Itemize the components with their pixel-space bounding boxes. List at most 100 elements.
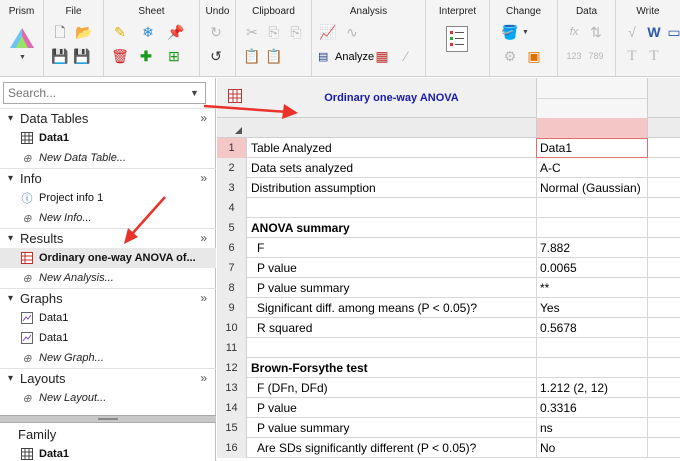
row-label[interactable]: Distribution assumption bbox=[247, 178, 536, 198]
column-b-header[interactable] bbox=[536, 78, 648, 118]
undo-icon[interactable]: ↺ bbox=[208, 48, 224, 64]
text-icon[interactable]: T bbox=[624, 48, 640, 64]
collapse-icon[interactable]: ▾ bbox=[8, 373, 20, 384]
snowflake-icon[interactable]: ❄ bbox=[140, 24, 156, 40]
row-label[interactable]: Are SDs significantly different (P < 0.0… bbox=[247, 438, 536, 458]
paste-special-icon[interactable]: 📋 bbox=[265, 48, 282, 64]
analyze-button[interactable]: ▤ Analyze bbox=[318, 48, 374, 66]
expand-chevrons-icon[interactable]: » bbox=[200, 291, 207, 305]
section-header-results[interactable]: ▾ Results » bbox=[0, 228, 216, 248]
new-file-icon[interactable]: 🗋 bbox=[52, 24, 68, 40]
function-icon[interactable]: fx bbox=[566, 24, 582, 40]
expand-chevrons-icon[interactable]: » bbox=[200, 111, 207, 125]
paint-bucket-icon[interactable]: 🪣 bbox=[501, 24, 518, 40]
row-value[interactable]: ns bbox=[536, 418, 648, 438]
pin-icon[interactable]: 📌 bbox=[167, 24, 184, 40]
parameters-icon[interactable]: ⚙ bbox=[502, 48, 518, 64]
row-label[interactable]: P value summary bbox=[247, 278, 536, 298]
row-label[interactable]: F (DFn, DFd) bbox=[247, 378, 536, 398]
row-number[interactable]: 13 bbox=[217, 378, 247, 398]
chevron-down-icon[interactable]: ▼ bbox=[19, 54, 26, 61]
row-number[interactable]: 11 bbox=[217, 338, 247, 358]
nav-item-project-info[interactable]: ⓘ Project info 1 bbox=[0, 188, 216, 208]
row-value[interactable]: 1.212 (2, 12) bbox=[536, 378, 648, 398]
row-value[interactable]: Data1 bbox=[536, 138, 648, 158]
wand-icon[interactable]: ⁄ bbox=[398, 48, 414, 64]
nav-item-graph-data1[interactable]: Data1 bbox=[0, 308, 216, 328]
row-value[interactable]: No bbox=[536, 438, 648, 458]
highlight-pen-icon[interactable]: ✎ bbox=[112, 24, 128, 40]
row-number[interactable]: 9 bbox=[217, 298, 247, 318]
open-file-icon[interactable]: 📂 bbox=[75, 24, 92, 40]
expand-chevrons-icon[interactable]: » bbox=[200, 171, 207, 185]
format-icon[interactable]: ▣ bbox=[526, 48, 542, 64]
row-number[interactable]: 15 bbox=[217, 418, 247, 438]
row-number[interactable]: 6 bbox=[217, 238, 247, 258]
cut-icon[interactable]: ✂ bbox=[244, 24, 260, 40]
row-label[interactable]: F bbox=[247, 238, 536, 258]
row-label[interactable]: P value bbox=[247, 258, 536, 278]
text-format-icon[interactable]: T bbox=[646, 48, 662, 64]
row-value[interactable] bbox=[536, 338, 648, 358]
chart-icon[interactable]: 📈 bbox=[319, 24, 336, 40]
row-value[interactable]: Normal (Gaussian) bbox=[536, 178, 648, 198]
row-label[interactable] bbox=[247, 198, 536, 218]
chevron-down-icon[interactable]: ▼ bbox=[522, 29, 529, 36]
new-graph-link[interactable]: ⊕ New Graph... bbox=[0, 348, 216, 368]
row-label[interactable]: ANOVA summary bbox=[247, 218, 536, 238]
sheet-title[interactable]: Ordinary one-way ANOVA bbox=[247, 78, 536, 118]
section-header-layouts[interactable]: ▾ Layouts » bbox=[0, 368, 216, 388]
row-label[interactable]: Significant diff. among means (P < 0.05)… bbox=[247, 298, 536, 318]
results-table-icon[interactable] bbox=[227, 88, 243, 104]
decimal-icon[interactable]: 123 bbox=[566, 48, 582, 64]
expand-chevrons-icon[interactable]: » bbox=[200, 231, 207, 245]
redo-icon[interactable]: ↻ bbox=[208, 24, 224, 40]
word-icon[interactable]: W bbox=[646, 24, 662, 40]
section-header-info[interactable]: ▾ Info » bbox=[0, 168, 216, 188]
row-value[interactable]: Yes bbox=[536, 298, 648, 318]
row-value[interactable]: A-C bbox=[536, 158, 648, 178]
new-layout-link[interactable]: ⊕ New Layout... bbox=[0, 388, 216, 408]
delete-sheet-icon[interactable]: 🗑 bbox=[111, 48, 129, 64]
row-number[interactable]: 4 bbox=[217, 198, 247, 218]
collapse-icon[interactable]: ▾ bbox=[8, 233, 20, 244]
navigator-splitter[interactable] bbox=[0, 415, 216, 423]
chevron-down-icon[interactable]: ▼ bbox=[190, 88, 199, 98]
add-sheet-icon[interactable]: ✚ bbox=[138, 48, 154, 64]
collapse-icon[interactable]: ▾ bbox=[8, 113, 20, 124]
row-value[interactable] bbox=[536, 358, 648, 378]
row-value[interactable]: 7.882 bbox=[536, 238, 648, 258]
row-number[interactable]: 2 bbox=[217, 158, 247, 178]
nav-item-graph-data1[interactable]: Data1 bbox=[0, 328, 216, 348]
paste-icon[interactable]: 📋 bbox=[243, 48, 260, 64]
sqrt-icon[interactable]: √ bbox=[624, 24, 640, 40]
family-item-data1[interactable]: Data1 bbox=[0, 444, 216, 461]
select-all-corner-icon[interactable] bbox=[235, 127, 242, 134]
row-number[interactable]: 14 bbox=[217, 398, 247, 418]
decimal-format-icon[interactable]: 789 bbox=[588, 48, 604, 64]
collapse-icon[interactable]: ▾ bbox=[8, 293, 20, 304]
insert-row-icon[interactable]: ⊞ bbox=[166, 48, 182, 64]
checklist-icon[interactable] bbox=[446, 26, 468, 52]
collapse-icon[interactable]: ▾ bbox=[8, 173, 20, 184]
fit-curve-icon[interactable]: ∿ bbox=[344, 24, 360, 40]
row-value[interactable]: ** bbox=[536, 278, 648, 298]
row-label[interactable]: Table Analyzed bbox=[247, 138, 536, 158]
save-icon[interactable]: 💾 bbox=[51, 48, 68, 64]
row-value[interactable] bbox=[536, 198, 648, 218]
row-number[interactable]: 5 bbox=[217, 218, 247, 238]
row-label[interactable] bbox=[247, 338, 536, 358]
new-data-table-link[interactable]: ⊕ New Data Table... bbox=[0, 148, 216, 168]
row-number[interactable]: 10 bbox=[217, 318, 247, 338]
nav-item-data1[interactable]: Data1 bbox=[0, 128, 216, 148]
row-number[interactable]: 7 bbox=[217, 258, 247, 278]
row-label[interactable]: P value bbox=[247, 398, 536, 418]
row-number[interactable]: 12 bbox=[217, 358, 247, 378]
row-value[interactable] bbox=[536, 218, 648, 238]
new-analysis-link[interactable]: ⊕ New Analysis... bbox=[0, 268, 216, 288]
column-b-selected-header[interactable] bbox=[536, 118, 648, 138]
row-label[interactable]: R squared bbox=[247, 318, 536, 338]
row-value[interactable]: 0.3316 bbox=[536, 398, 648, 418]
section-header-graphs[interactable]: ▾ Graphs » bbox=[0, 288, 216, 308]
row-number[interactable]: 8 bbox=[217, 278, 247, 298]
